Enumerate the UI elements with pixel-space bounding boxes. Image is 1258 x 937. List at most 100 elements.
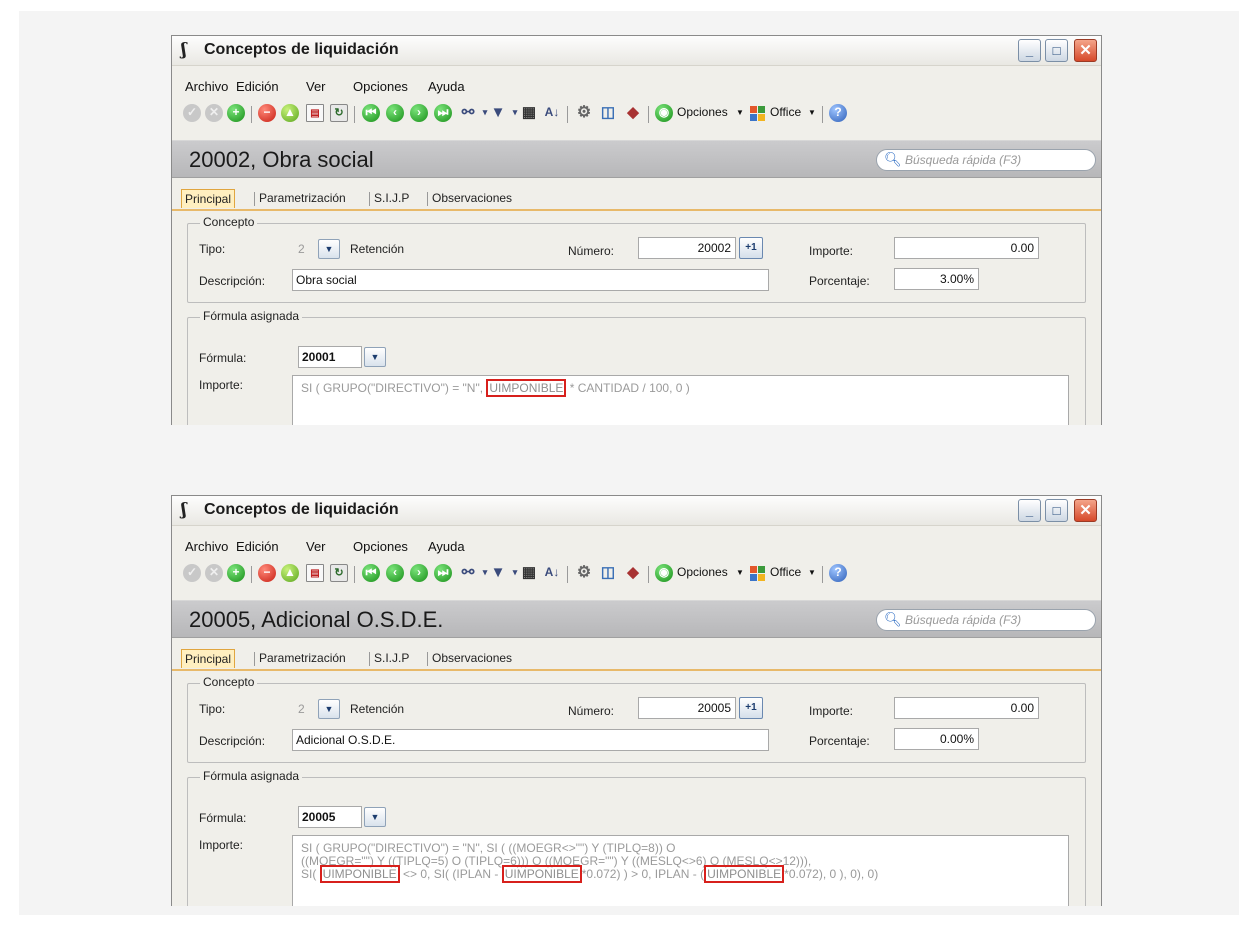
descripcion-field[interactable]: Obra social — [292, 269, 769, 291]
sort-icon[interactable]: A↓ — [543, 564, 561, 582]
title-bar[interactable]: ʃ Conceptos de liquidación _ □ ✕ — [172, 496, 1101, 526]
previous-icon[interactable]: ‹ — [386, 564, 404, 582]
tab-parametrizacion[interactable]: Parametrización — [259, 189, 346, 208]
clipboard-icon[interactable]: ▤ — [306, 564, 324, 582]
save-icon[interactable]: ▲ — [281, 564, 299, 582]
filter-icon[interactable]: ▼ — [489, 104, 507, 122]
preview-icon[interactable]: ◫ — [599, 564, 617, 582]
tab-observaciones[interactable]: Observaciones — [432, 189, 512, 208]
refresh-icon[interactable]: ↻ — [330, 564, 348, 582]
last-icon[interactable]: ⏭ — [434, 564, 452, 582]
office-menu-label[interactable]: Office — [770, 565, 801, 579]
add-icon[interactable]: + — [227, 104, 245, 122]
numero-field[interactable]: 20005 — [638, 697, 736, 719]
menu-ver[interactable]: Ver — [306, 79, 326, 94]
cancel-icon[interactable]: ✕ — [205, 564, 223, 582]
minimize-button[interactable]: _ — [1018, 39, 1041, 62]
tab-observaciones[interactable]: Observaciones — [432, 649, 512, 668]
formula-dropdown[interactable]: ▼ — [364, 347, 386, 367]
options-icon[interactable]: ◉ — [655, 104, 673, 122]
menu-edicion[interactable]: Edición — [236, 539, 279, 554]
menu-archivo[interactable]: Archivo — [185, 79, 228, 94]
first-icon[interactable]: ⏮ — [362, 104, 380, 122]
grid-icon[interactable]: ▦ — [520, 104, 538, 122]
menu-ayuda[interactable]: Ayuda — [428, 539, 465, 554]
importe-field[interactable]: 0.00 — [894, 237, 1039, 259]
options-menu-label[interactable]: Opciones — [677, 105, 728, 119]
box-icon[interactable]: ◆ — [624, 564, 642, 582]
formula-textarea[interactable]: SI ( GRUPO("DIRECTIVO") = "N", UIMPONIBL… — [292, 375, 1069, 425]
check-icon[interactable]: ✓ — [183, 564, 201, 582]
add-icon[interactable]: + — [227, 564, 245, 582]
delete-icon[interactable]: − — [258, 104, 276, 122]
tipo-field[interactable]: 2 — [298, 702, 305, 716]
binoculars-icon[interactable]: ⚯ — [459, 564, 477, 582]
tab-sijp[interactable]: S.I.J.P — [374, 189, 409, 208]
check-icon[interactable]: ✓ — [183, 104, 201, 122]
menu-ver[interactable]: Ver — [306, 539, 326, 554]
help-icon[interactable]: ? — [829, 104, 847, 122]
sort-icon[interactable]: A↓ — [543, 104, 561, 122]
maximize-button[interactable]: □ — [1045, 499, 1068, 522]
clipboard-icon[interactable]: ▤ — [306, 104, 324, 122]
chevron-down-icon[interactable]: ▼ — [736, 568, 744, 577]
options-menu-label[interactable]: Opciones — [677, 565, 728, 579]
menu-ayuda[interactable]: Ayuda — [428, 79, 465, 94]
options-icon[interactable]: ◉ — [655, 564, 673, 582]
numero-field[interactable]: 20002 — [638, 237, 736, 259]
help-icon[interactable]: ? — [829, 564, 847, 582]
office-menu-label[interactable]: Office — [770, 105, 801, 119]
numero-increment-button[interactable]: +1 — [739, 697, 763, 719]
cancel-icon[interactable]: ✕ — [205, 104, 223, 122]
formula-field[interactable]: 20001 — [298, 346, 362, 368]
gear-icon[interactable]: ⚙ — [575, 104, 593, 122]
tab-principal[interactable]: Principal — [181, 189, 236, 208]
quick-search-input[interactable]: 🔍︎ Búsqueda rápida (F3) — [876, 609, 1096, 631]
menu-archivo[interactable]: Archivo — [185, 539, 228, 554]
formula-field[interactable]: 20005 — [298, 806, 362, 828]
close-button[interactable]: ✕ — [1074, 39, 1097, 62]
tipo-field[interactable]: 2 — [298, 242, 305, 256]
formula-textarea[interactable]: SI ( GRUPO("DIRECTIVO") = "N", SI ( ((MO… — [292, 835, 1069, 906]
tab-bar: Principal Parametrización S.I.J.P Observ… — [172, 189, 1101, 211]
next-icon[interactable]: › — [410, 104, 428, 122]
minimize-button[interactable]: _ — [1018, 499, 1041, 522]
tab-sijp[interactable]: S.I.J.P — [374, 649, 409, 668]
chevron-down-icon[interactable]: ▼ — [736, 108, 744, 117]
porcentaje-field[interactable]: 0.00% — [894, 728, 979, 750]
title-bar[interactable]: ʃ Conceptos de liquidación _ □ ✕ — [172, 36, 1101, 66]
preview-icon[interactable]: ◫ — [599, 104, 617, 122]
office-icon[interactable] — [750, 106, 766, 122]
previous-icon[interactable]: ‹ — [386, 104, 404, 122]
tipo-dropdown[interactable]: ▼ — [318, 699, 340, 719]
grid-icon[interactable]: ▦ — [520, 564, 538, 582]
menu-opciones[interactable]: Opciones — [353, 79, 408, 94]
filter-icon[interactable]: ▼ — [489, 564, 507, 582]
maximize-button[interactable]: □ — [1045, 39, 1068, 62]
tipo-dropdown[interactable]: ▼ — [318, 239, 340, 259]
chevron-down-icon[interactable]: ▼ — [808, 108, 816, 117]
quick-search-input[interactable]: 🔍︎ Búsqueda rápida (F3) — [876, 149, 1096, 171]
last-icon[interactable]: ⏭ — [434, 104, 452, 122]
tab-principal[interactable]: Principal — [181, 649, 236, 668]
office-icon[interactable] — [750, 566, 766, 582]
next-icon[interactable]: › — [410, 564, 428, 582]
tab-parametrizacion[interactable]: Parametrización — [259, 649, 346, 668]
binoculars-icon[interactable]: ⚯ — [459, 104, 477, 122]
tab-separator — [427, 192, 428, 206]
first-icon[interactable]: ⏮ — [362, 564, 380, 582]
close-button[interactable]: ✕ — [1074, 499, 1097, 522]
refresh-icon[interactable]: ↻ — [330, 104, 348, 122]
importe-field[interactable]: 0.00 — [894, 697, 1039, 719]
box-icon[interactable]: ◆ — [624, 104, 642, 122]
menu-edicion[interactable]: Edición — [236, 79, 279, 94]
numero-increment-button[interactable]: +1 — [739, 237, 763, 259]
gear-icon[interactable]: ⚙ — [575, 564, 593, 582]
delete-icon[interactable]: − — [258, 564, 276, 582]
save-icon[interactable]: ▲ — [281, 104, 299, 122]
formula-dropdown[interactable]: ▼ — [364, 807, 386, 827]
chevron-down-icon[interactable]: ▼ — [808, 568, 816, 577]
porcentaje-field[interactable]: 3.00% — [894, 268, 979, 290]
descripcion-field[interactable]: Adicional O.S.D.E. — [292, 729, 769, 751]
menu-opciones[interactable]: Opciones — [353, 539, 408, 554]
